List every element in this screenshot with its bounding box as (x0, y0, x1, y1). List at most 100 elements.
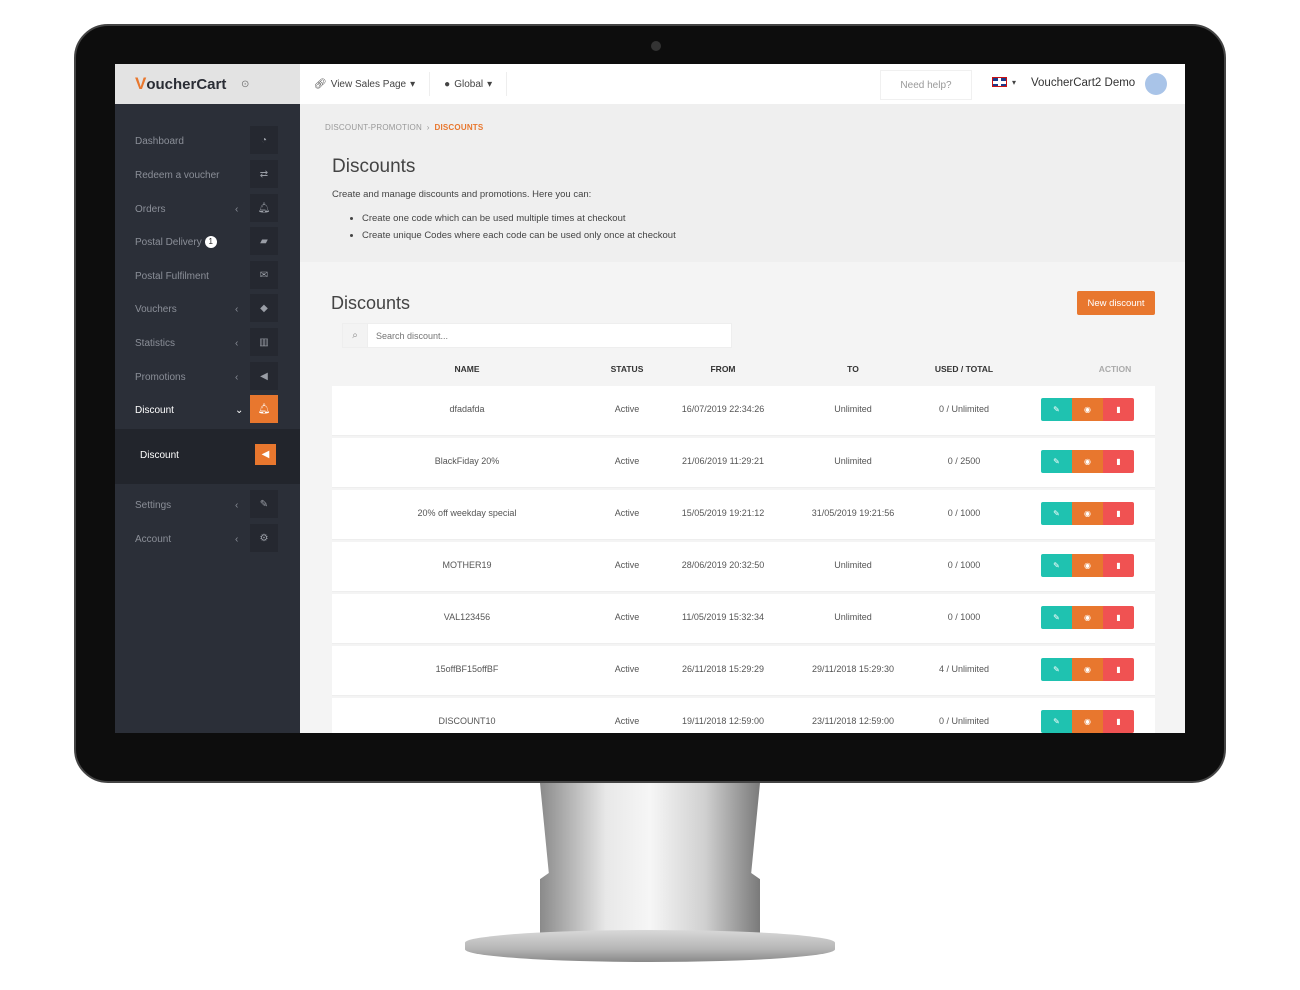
table-row: 20% off weekday special Active 15/05/2019 … (332, 490, 1155, 540)
cell: 21/06/2019 11:29:21 (682, 456, 764, 466)
sidebar-item-promotions[interactable]: Promotions ‹ ◀ (115, 362, 300, 392)
uk-flag-icon[interactable] (992, 77, 1007, 87)
cogs-icon: ⚙ (250, 524, 278, 552)
cell: 28/06/2019 20:32:50 (681, 560, 765, 570)
bullhorn-icon: ◀ (250, 362, 278, 390)
user-name[interactable]: VoucherCart2 Demo (1031, 77, 1135, 89)
cell: VAL123456 (443, 612, 491, 622)
search-icon: ⌕ (343, 324, 368, 347)
avatar[interactable] (1145, 73, 1167, 95)
sidebar-item-postal-delivery[interactable]: Postal Delivery 1 ▰ (115, 227, 300, 257)
exchange-icon: ⇄ (250, 160, 278, 188)
chevron-icon: ‹ (235, 371, 239, 383)
wrench-icon: ✎ (250, 490, 278, 518)
edit-icon[interactable]: ✎ (1041, 658, 1072, 681)
table-row: MOTHER19 Active 28/06/2019 20:32:50 Unlimit… (332, 542, 1155, 592)
topbar: 🔗︎ View Sales Page ▾ ● Global ▾ Need help? ▾… (300, 64, 1185, 104)
table-row: BlackFiday 20% Active 21/06/2019 11:29:21 U… (332, 438, 1155, 488)
cell: DISCOUNT10 (438, 716, 496, 726)
eye-icon[interactable]: ◉ (1072, 450, 1103, 473)
bell-icon: 🔔︎ (250, 194, 278, 222)
caret-icon: ▾ (410, 78, 416, 90)
edit-icon[interactable]: ✎ (1041, 502, 1072, 525)
bullhorn-icon: ◀ (255, 444, 276, 465)
trash-icon[interactable]: ▮ (1103, 606, 1134, 629)
column-header: USED / TOTAL (934, 364, 994, 374)
sidebar-item-settings[interactable]: Settings ‹ ✎ (115, 490, 300, 520)
eye-icon[interactable]: ◉ (1072, 658, 1103, 681)
eye-icon[interactable]: ◉ (1072, 710, 1103, 733)
logo[interactable]: VoucherCart ⊙ (115, 64, 300, 104)
trash-icon[interactable]: ▮ (1103, 450, 1134, 473)
cell: 11/05/2019 15:32:34 (682, 612, 764, 622)
bell-icon: 🔔︎ (250, 395, 278, 423)
cell: 0 / 1000 (947, 612, 981, 622)
edit-icon[interactable]: ✎ (1041, 710, 1072, 733)
trash-icon[interactable]: ▮ (1103, 658, 1134, 681)
count-badge: 1 (204, 236, 217, 248)
table-row: DISCOUNT10 Active 19/11/2018 12:59:00 23/11… (332, 698, 1155, 733)
table-row: dfadafda Active 16/07/2019 22:34:26 Unlimit… (332, 386, 1155, 436)
sidebar-item-dashboard[interactable]: Dashboard ◔ (115, 126, 300, 156)
eye-icon[interactable]: ◉ (1072, 606, 1103, 629)
cell: Active (614, 404, 640, 414)
envelope-icon: ✉ (250, 261, 278, 289)
cell: 31/05/2019 19:21:56 (811, 508, 895, 518)
cell: MOTHER19 (442, 560, 492, 570)
cell: dfadafda (449, 404, 485, 414)
chevron-icon: ‹ (235, 533, 239, 545)
edit-icon[interactable]: ✎ (1041, 450, 1072, 473)
cell: Active (614, 716, 640, 726)
view-sales-page-dropdown[interactable]: 🔗︎ View Sales Page ▾ (300, 72, 431, 96)
column-header: STATUS (610, 364, 644, 374)
edit-icon[interactable]: ✎ (1041, 554, 1072, 577)
edit-icon[interactable]: ✎ (1041, 398, 1072, 421)
search-input[interactable] (368, 330, 731, 341)
cell: Unlimited (834, 560, 872, 570)
breadcrumb-current: DISCOUNTS (434, 123, 484, 132)
truck-icon: ▰ (250, 227, 278, 255)
language-caret-icon[interactable]: ▾ (1012, 78, 1016, 87)
new-discount-button[interactable]: New discount (1077, 291, 1155, 315)
cell: Unlimited (834, 404, 872, 414)
cell: BlackFiday 20% (434, 456, 500, 466)
table-row: VAL123456 Active 11/05/2019 15:32:34 Unlimi… (332, 594, 1155, 644)
eye-icon[interactable]: ◉ (1072, 398, 1103, 421)
sidebar-item-orders[interactable]: Orders ‹ 🔔︎ (115, 194, 300, 224)
eye-icon[interactable]: ◉ (1072, 554, 1103, 577)
trash-icon[interactable]: ▮ (1103, 710, 1134, 733)
cell: 0 / Unlimited (938, 404, 990, 414)
cell: Unlimited (834, 612, 872, 622)
screen: VoucherCart ⊙ 🔗︎ View Sales Page ▾ ● Global ▾… (115, 64, 1185, 733)
column-header: FROM (710, 364, 736, 374)
eye-icon[interactable]: ◉ (1072, 502, 1103, 525)
sidebar-item-vouchers[interactable]: Vouchers ‹ ◆ (115, 294, 300, 324)
trash-icon[interactable]: ▮ (1103, 554, 1134, 577)
sidebar-item-account[interactable]: Account ‹ ⚙ (115, 524, 300, 554)
cell: 4 / Unlimited (938, 664, 990, 674)
column-header: NAME (454, 364, 480, 374)
chevron-icon: ⌄ (235, 404, 244, 416)
globe-icon: ● (444, 78, 451, 90)
cell: Active (614, 560, 640, 570)
sidebar-item-postal-fulfilment[interactable]: Postal Fulfilment ✉ (115, 261, 300, 291)
sidebar-item-redeem-a-voucher[interactable]: Redeem a voucher ⇄ (115, 160, 300, 190)
tag-icon: ◆ (250, 294, 278, 322)
sidebar-item-discount-sub[interactable]: Discount ◀ (115, 440, 300, 470)
sidebar-item-statistics[interactable]: Statistics ‹ ▥ (115, 328, 300, 358)
cell: 29/11/2018 15:29:30 (812, 664, 894, 674)
trash-icon[interactable]: ▮ (1103, 398, 1134, 421)
trash-icon[interactable]: ▮ (1103, 502, 1134, 525)
chevron-icon: ‹ (235, 499, 239, 511)
cell: 0 / 1000 (947, 560, 981, 570)
table-row: 15offBF15offBF Active 26/11/2018 15:29:29 2… (332, 646, 1155, 696)
breadcrumb-link[interactable]: DISCOUNT-PROMOTION (325, 123, 422, 132)
cell: Unlimited (834, 456, 872, 466)
sidebar-toggle-icon[interactable]: ⊙ (241, 79, 249, 90)
help-button[interactable]: Need help? (880, 70, 972, 100)
sidebar-item-discount[interactable]: Discount ⌄ 🔔︎ (115, 395, 300, 425)
edit-icon[interactable]: ✎ (1041, 606, 1072, 629)
global-dropdown[interactable]: ● Global ▾ (430, 72, 508, 96)
link-icon: 🔗︎ (314, 78, 327, 90)
cell: Active (614, 664, 640, 674)
